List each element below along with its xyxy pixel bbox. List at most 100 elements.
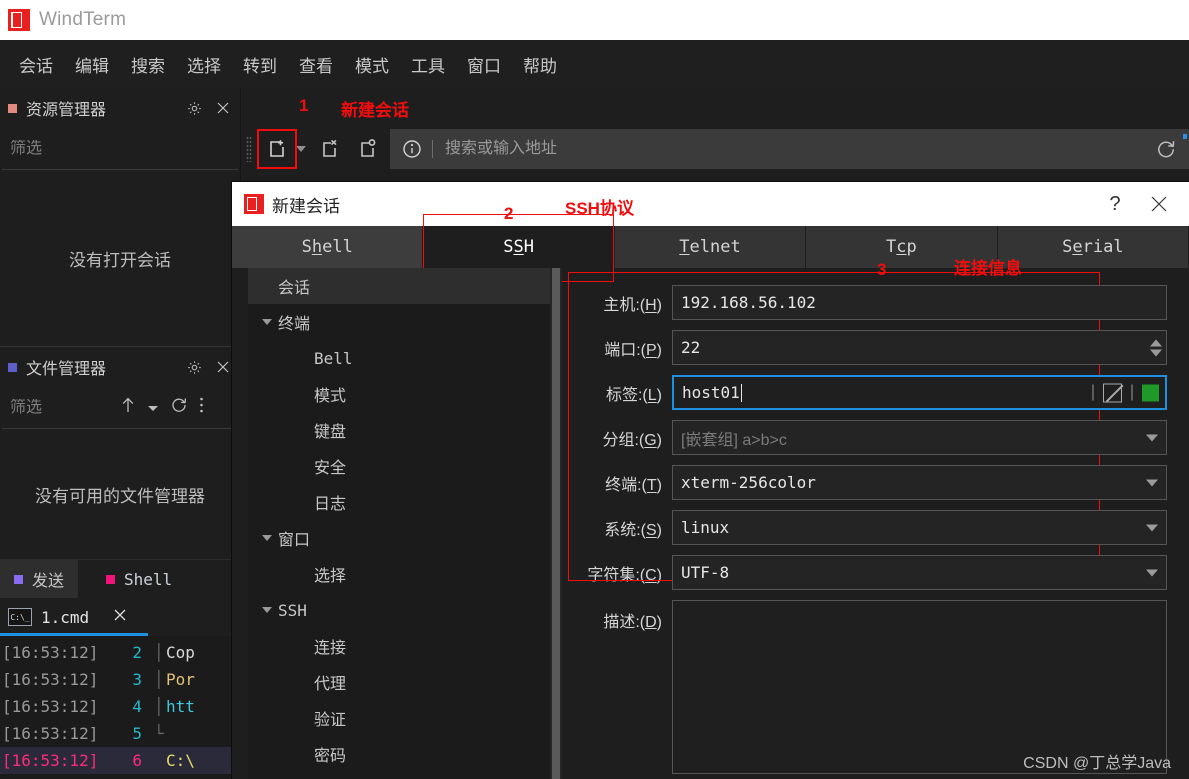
chevron-down-icon[interactable] [1146,569,1158,576]
gear-icon[interactable] [187,360,202,375]
chevron-down-icon[interactable] [296,146,306,152]
menu-select[interactable]: 选择 [176,48,232,81]
explorer-title: 资源管理器 [26,102,107,119]
line-text: htt [166,697,195,716]
info-icon[interactable] [402,139,422,159]
menu-window[interactable]: 窗口 [456,48,512,81]
address-input[interactable] [443,139,1145,159]
chevron-down-icon[interactable] [1146,434,1158,441]
tree-item-auth[interactable]: 验证 [248,700,550,736]
menu-session[interactable]: 会话 [8,48,64,81]
label-label: 标签:(L) [605,386,662,404]
tab-shell[interactable]: Shell [232,226,424,268]
tree-item-session[interactable]: 会话 [248,268,550,304]
close-icon[interactable] [216,360,230,374]
address-bar[interactable] [390,129,1189,169]
line-gutter: │ [154,670,164,689]
tree-item-connect[interactable]: 连接 [248,628,550,664]
charset-label: 字符集:(C) [587,566,662,584]
menubar: 会话 编辑 搜索 选择 转到 查看 模式 工具 窗口 帮助 [0,40,1189,88]
chevron-down-icon[interactable] [256,607,278,613]
chevron-down-icon[interactable] [1146,479,1158,486]
line-gutter: │ [154,643,164,662]
tab-serial-post: rial [1082,237,1124,257]
explorer-filter-input[interactable] [8,139,232,158]
tree-label: 终端 [278,316,311,333]
chevron-down-icon[interactable] [147,399,159,417]
host-input[interactable]: 192.168.56.102 [672,285,1167,320]
charset-value: UTF-8 [681,563,730,582]
tree-item-keyboard[interactable]: 键盘 [248,412,550,448]
close-icon[interactable] [113,608,127,626]
annotation-label-new-session: 新建会话 [341,101,409,120]
color-swatch[interactable] [1142,384,1159,401]
charset-combobox[interactable]: UTF-8 [672,555,1167,590]
tab-telnet[interactable]: Telnet [614,226,807,268]
windterm-window: WindTerm 会话 编辑 搜索 选择 转到 查看 模式 工具 窗口 帮助 资… [0,0,1189,779]
tree-label: SSH [278,600,307,620]
filemanager-filter-input[interactable] [8,398,112,417]
tab-send[interactable]: 发送 [0,560,79,598]
help-button[interactable]: ? [1093,182,1137,226]
chevron-down-icon[interactable] [256,319,278,325]
chevron-down-icon[interactable] [1146,524,1158,531]
more-vertical-icon[interactable] [199,396,204,419]
reload-icon[interactable] [1145,138,1177,160]
filemanager-empty-state: 没有可用的文件管理器 [0,429,240,559]
terminal-line: [16:53:12] 6 C:\ [0,747,240,774]
port-input[interactable]: 22 [672,330,1167,365]
close-session-icon[interactable] [310,130,348,168]
menu-help[interactable]: 帮助 [512,48,568,81]
new-session-dialog: 新建会话 ? 2 SSH协议 Shell SSH Telnet Tcp Ser [232,182,1189,779]
tree-item-log[interactable]: 日志 [248,484,550,520]
port-stepper[interactable] [1150,339,1162,356]
clone-session-icon[interactable] [348,130,386,168]
description-textarea[interactable] [672,600,1167,774]
menu-view[interactable]: 查看 [288,48,344,81]
annotation-step-2: 2 [504,204,514,223]
tab-tcp-post: p [906,237,917,257]
toolbar-drag-handle[interactable] [246,136,252,162]
file-tab-name: 1.cmd [41,607,90,627]
tree-item-ssh[interactable]: SSH [248,592,550,628]
tab-tcp-pre: T [886,237,897,257]
line-gutter: │ [154,697,164,716]
tree-item-window[interactable]: 窗口 [248,520,550,556]
terminal-label: 终端:(T) [605,476,662,494]
settings-tree[interactable]: 会话 终端 Bell 模式 键盘 安全 日志 窗口 选择 SSH 连接 代理 验… [248,268,562,779]
label-input[interactable]: host01 [672,375,1167,410]
menu-search[interactable]: 搜索 [120,48,176,81]
new-session-icon[interactable] [257,129,297,169]
tree-item-security[interactable]: 安全 [248,448,550,484]
menu-edit[interactable]: 编辑 [64,48,120,81]
tree-item-mode[interactable]: 模式 [248,376,550,412]
tree-item-terminal[interactable]: 终端 [248,304,550,340]
tree-item-password[interactable]: 密码 [248,736,550,772]
menu-goto[interactable]: 转到 [232,48,288,81]
form-row-group: 分组:(G) [嵌套组] a>b>c [572,415,1167,460]
up-arrow-icon[interactable] [120,396,136,419]
tree-item-selection[interactable]: 选择 [248,556,550,592]
refresh-icon[interactable] [170,396,188,419]
window-titlebar: WindTerm [0,0,1189,40]
tree-label: 选择 [314,568,347,585]
tree-item-proxy[interactable]: 代理 [248,664,550,700]
close-button[interactable] [1137,182,1181,226]
gear-icon[interactable] [187,101,202,116]
system-combobox[interactable]: linux [672,510,1167,545]
menu-tools[interactable]: 工具 [400,48,456,81]
tree-label: 窗口 [278,532,311,549]
no-color-icon[interactable] [1103,383,1122,402]
tab-ssh[interactable]: SSH [423,214,615,282]
group-combobox[interactable]: [嵌套组] a>b>c [672,420,1167,455]
close-icon[interactable] [216,101,230,115]
form-row-label: 标签:(L) host01 [572,370,1167,415]
tree-item-bell[interactable]: Bell [248,340,550,376]
tab-serial[interactable]: Se rial [997,226,1189,268]
terminal-output[interactable]: [16:53:12] 2 │ Cop [16:53:12] 3 │ Por [1… [0,636,240,779]
menu-mode[interactable]: 模式 [344,48,400,81]
terminal-combobox[interactable]: xterm-256color [672,465,1167,500]
tab-shell[interactable]: Shell [78,560,186,598]
chevron-down-icon[interactable] [256,535,278,541]
file-tab[interactable]: C:\_ 1.cmd [0,598,240,636]
